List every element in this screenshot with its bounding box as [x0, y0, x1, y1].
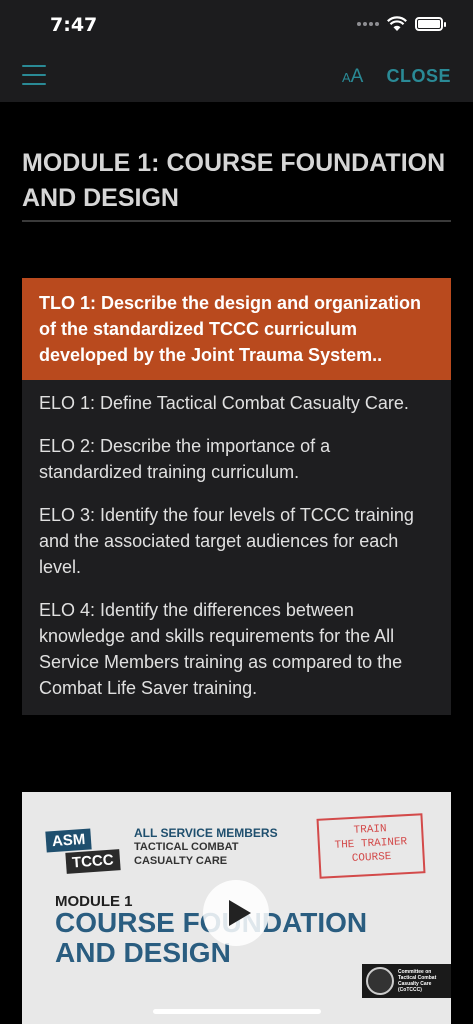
module-title: MODULE 1: COURSE FOUNDATION AND DESIGN: [22, 149, 446, 212]
font-size-button[interactable]: AA: [342, 66, 363, 88]
hamburger-menu-icon[interactable]: [22, 65, 46, 87]
nav-bar: AA CLOSE: [0, 52, 473, 102]
asm-badge-label: ASM: [45, 828, 93, 853]
elo-item: ELO 1: Define Tactical Combat Casualty C…: [39, 393, 409, 413]
asm-line-2: TACTICAL COMBAT: [134, 841, 239, 853]
status-bar: 7:47: [0, 0, 473, 52]
content-area: MODULE 1: COURSE FOUNDATION AND DESIGN T…: [0, 102, 473, 1024]
close-button[interactable]: CLOSE: [386, 66, 451, 87]
asm-tccc-logo: ASM TCCC: [45, 828, 126, 874]
title-divider: [22, 220, 451, 222]
tlo-header: TLO 1: Describe the design and organizat…: [22, 278, 451, 380]
video-player[interactable]: ASM TCCC ALL SERVICE MEMBERS TACTICAL CO…: [22, 792, 451, 1024]
play-icon[interactable]: [203, 880, 269, 946]
cotccc-logo-text: Committee on Tactical Combat Casualty Ca…: [398, 969, 436, 993]
font-size-small-label: A: [342, 70, 351, 85]
home-indicator[interactable]: [153, 1009, 321, 1014]
train-the-trainer-stamp: TRAIN THE TRAINER COURSE: [316, 813, 426, 879]
battery-icon: [415, 17, 446, 31]
cotccc-seal-icon: [366, 967, 394, 995]
asm-line-3: CASUALTY CARE: [134, 855, 228, 867]
wifi-icon: [387, 16, 407, 31]
logo-line-4: (CoTCCC): [398, 987, 422, 993]
cotccc-logo: Committee on Tactical Combat Casualty Ca…: [362, 964, 451, 998]
elo-item: ELO 4: Identify the differences between …: [39, 600, 403, 698]
status-icons: [357, 16, 446, 32]
cellular-signal-icon: [357, 22, 379, 26]
elo-item: ELO 3: Identify the four levels of TCCC …: [39, 505, 414, 577]
objectives-card: TLO 1: Describe the design and organizat…: [22, 278, 451, 715]
tccc-badge-label: TCCC: [65, 849, 121, 874]
font-size-big-label: A: [350, 66, 364, 87]
status-time: 7:47: [50, 14, 98, 36]
elo-item: ELO 2: Describe the importance of a stan…: [39, 436, 331, 482]
asm-text: ALL SERVICE MEMBERS TACTICAL COMBAT CASU…: [134, 826, 278, 868]
elo-list: ELO 1: Define Tactical Combat Casualty C…: [22, 380, 451, 715]
video-title-line-2: AND DESIGN: [55, 937, 231, 968]
asm-line-1: ALL SERVICE MEMBERS: [134, 826, 278, 840]
